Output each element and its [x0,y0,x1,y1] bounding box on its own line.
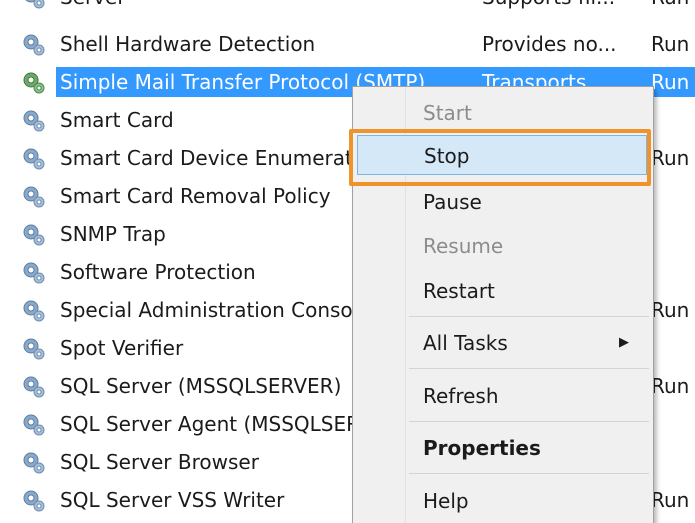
service-status [647,333,695,363]
service-description: Supports fil... [478,0,651,12]
service-status: Run [651,374,690,398]
service-row[interactable]: Shell Hardware Detection Provides no... … [18,25,695,63]
menu-item-restart[interactable]: Restart [357,271,647,311]
menu-separator [409,368,649,369]
service-status [647,257,695,287]
stop-callout-highlight [349,129,651,186]
gear-icon [23,452,45,474]
chevron-right-icon: ▶ [619,335,629,350]
gear-icon [23,300,45,322]
menu-item-label: Refresh [423,384,499,408]
service-status [647,105,695,135]
menu-item-refresh[interactable]: Refresh [357,376,647,416]
gear-icon [23,376,45,398]
service-name: Server [56,0,486,12]
service-status: Run [651,298,690,322]
gear-icon [23,262,45,284]
gear-icon [23,338,45,360]
service-description: Provides no... [482,32,617,56]
menu-item-properties[interactable]: Properties [357,428,647,468]
menu-item-resume[interactable]: Resume [357,226,647,266]
gear-icon [25,0,45,9]
menu-item-label: Start [423,101,472,125]
service-status: Run [647,0,695,12]
service-status [647,181,695,211]
menu-separator [409,473,649,474]
gear-icon [23,490,45,512]
menu-item-pause[interactable]: Pause [357,182,647,222]
menu-item-label: Resume [423,234,504,258]
menu-item-label: Help [423,489,469,513]
menu-separator [409,421,649,422]
gear-icon [23,148,45,170]
service-name: Shell Hardware Detection [60,32,316,56]
service-status [647,409,695,439]
gear-icon [23,110,45,132]
menu-item-label: Properties [423,436,541,460]
menu-item-help[interactable]: Help [357,481,647,521]
service-status: Run [647,67,695,97]
service-status [647,219,695,249]
gear-icon [23,34,45,56]
gear-icon [23,186,45,208]
gear-icon [23,72,45,94]
menu-item-label: Pause [423,190,482,214]
gear-icon [23,224,45,246]
service-status [647,447,695,477]
service-status: Run [651,32,690,56]
menu-separator [409,316,649,317]
menu-item-all-tasks[interactable]: All Tasks ▶ [357,323,647,363]
service-status: Run [651,488,690,512]
menu-item-label: Restart [423,279,495,303]
menu-item-start[interactable]: Start [357,93,647,133]
service-status: Run [651,146,690,170]
gear-icon [23,414,45,436]
service-row[interactable]: Server Supports fil... Run [18,0,695,16]
services-window: Server Supports fil... Run Shell Hardwar… [0,0,695,523]
menu-item-label: All Tasks [423,331,508,355]
